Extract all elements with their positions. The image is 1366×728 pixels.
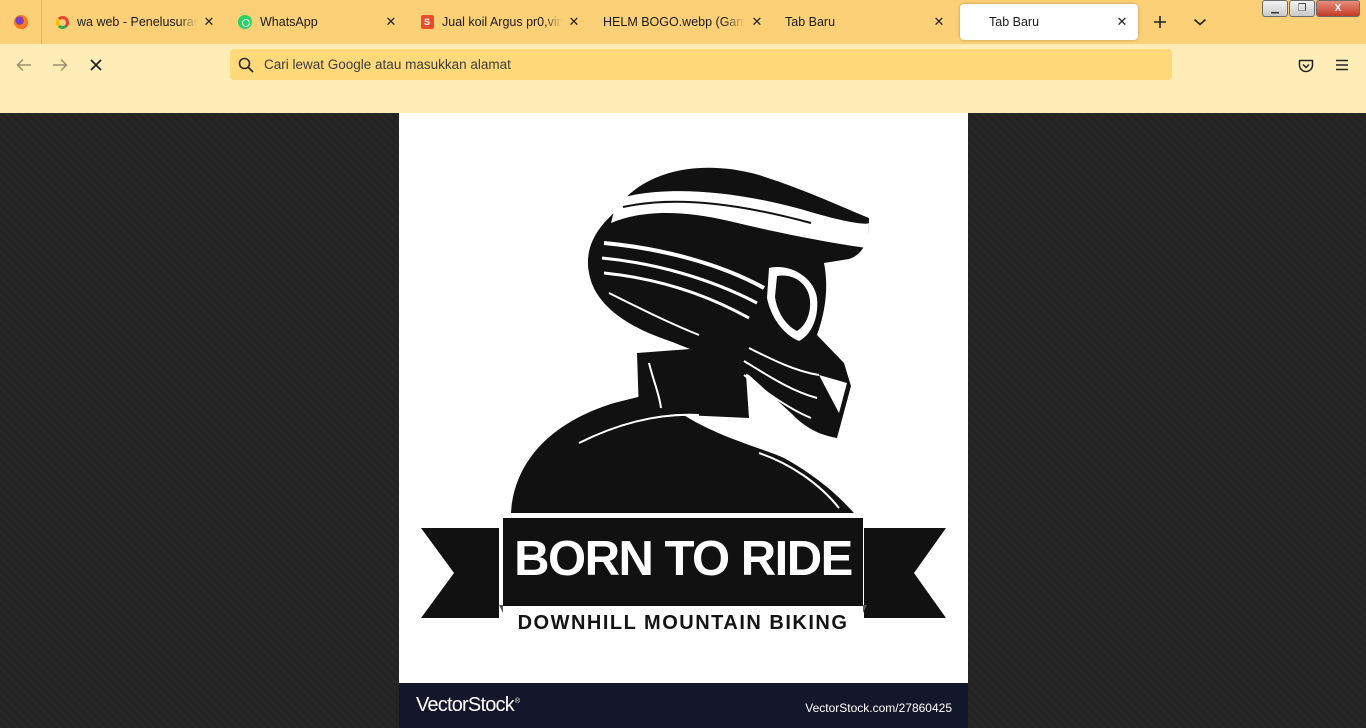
tab-shopee[interactable]: S Jual koil Argus pr0,vinci ✕	[420, 4, 582, 40]
watermark-footer: VectorStock® VectorStock.com/27860425	[399, 683, 968, 728]
tab-title: HELM BOGO.webp (Gambar	[603, 15, 745, 29]
close-icon[interactable]: ✕	[201, 14, 217, 30]
address-input[interactable]	[262, 49, 1172, 80]
helmet-illustration	[421, 167, 946, 618]
url-bar[interactable]	[230, 49, 1172, 80]
window-controls: ▁ ❐ X	[1262, 0, 1360, 17]
tab-title: Tab Baru	[989, 15, 1040, 29]
navigation-toolbar	[0, 44, 1366, 113]
arrow-left-icon	[16, 58, 31, 72]
watermark-url: VectorStock.com/27860425	[805, 701, 952, 715]
shopee-icon: S	[420, 15, 434, 29]
hamburger-menu-icon	[1336, 59, 1348, 71]
close-icon[interactable]: ✕	[749, 14, 765, 30]
banner-title: BORN TO RIDE	[514, 532, 853, 586]
tab-title: WhatsApp	[260, 15, 318, 29]
tab-new-tab[interactable]: Tab Baru ✕	[785, 4, 947, 40]
whatsapp-icon	[238, 15, 252, 29]
close-icon[interactable]: ✕	[1114, 14, 1130, 30]
back-button[interactable]	[11, 52, 37, 78]
firefox-menu-button[interactable]	[0, 0, 42, 44]
tab-strip: wa web - Penelusuran Google ✕ WhatsApp ✕…	[0, 0, 1366, 44]
chevron-down-icon	[1193, 18, 1207, 26]
vectorstock-logo: VectorStock®	[416, 694, 520, 716]
google-icon	[55, 15, 69, 29]
list-all-tabs-button[interactable]	[1188, 10, 1212, 34]
window-close-button[interactable]: X	[1316, 0, 1360, 17]
tab-helm-image[interactable]: HELM BOGO.webp (Gambar ✕	[603, 4, 765, 40]
close-icon[interactable]: ✕	[383, 14, 399, 30]
tab-title: Jual koil Argus pr0,vinci	[442, 15, 562, 29]
tab-whatsapp[interactable]: WhatsApp ✕	[238, 4, 399, 40]
close-icon[interactable]: ✕	[566, 14, 582, 30]
tab-new-tab-active[interactable]: Tab Baru ✕	[960, 4, 1138, 40]
plus-icon	[1154, 16, 1166, 28]
close-icon	[90, 59, 102, 71]
new-tab-button[interactable]	[1148, 10, 1172, 34]
banner-subtitle: DOWNHILL MOUNTAIN BIKING	[517, 612, 849, 634]
tab-google-search[interactable]: wa web - Penelusuran Google ✕	[55, 4, 217, 40]
stop-loading-button[interactable]	[83, 52, 109, 78]
pocket-icon	[1298, 59, 1314, 72]
minimize-button[interactable]: ▁	[1262, 0, 1288, 17]
search-icon	[230, 49, 262, 80]
tab-title: Tab Baru	[785, 15, 836, 29]
page-content: BORN TO RIDE DOWNHILL MOUNTAIN BIKING Ve…	[0, 113, 1366, 728]
viewed-image[interactable]: BORN TO RIDE DOWNHILL MOUNTAIN BIKING Ve…	[399, 113, 968, 728]
app-menu-button[interactable]	[1329, 52, 1355, 78]
maximize-button[interactable]: ❐	[1289, 0, 1315, 17]
pocket-button[interactable]	[1293, 52, 1319, 78]
tab-title: wa web - Penelusuran Google	[77, 15, 197, 29]
forward-button[interactable]	[47, 52, 73, 78]
firefox-icon	[13, 15, 28, 29]
close-icon[interactable]: ✕	[931, 14, 947, 30]
arrow-right-icon	[53, 58, 68, 72]
